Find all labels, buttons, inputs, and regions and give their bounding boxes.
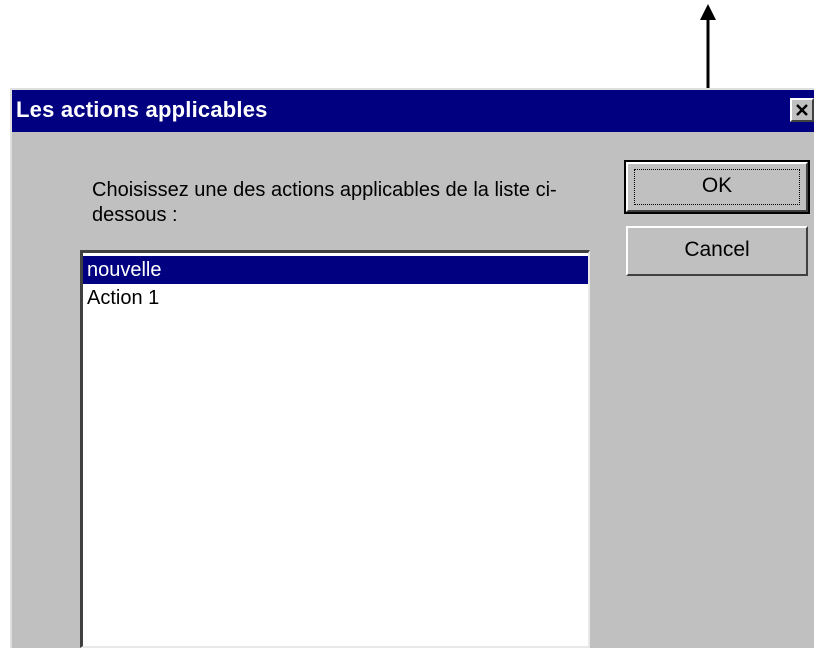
dialog-title: Les actions applicables [16,97,268,122]
ok-button[interactable]: OK [624,160,810,214]
prompt-text: Choisissez une des actions applicables d… [92,179,557,226]
focus-rect [634,169,800,205]
list-item[interactable]: nouvelle [83,256,588,284]
close-button[interactable] [790,98,814,122]
cancel-button[interactable]: Cancel [626,226,808,276]
list-item[interactable]: Action 1 [83,284,588,312]
cancel-label: Cancel [684,238,750,261]
close-icon [796,104,808,116]
dialog-titlebar[interactable]: Les actions applicables [12,90,814,132]
actions-listbox[interactable]: nouvelle Action 1 [80,250,590,648]
actions-dialog: Les actions applicables Choisissez une d… [10,88,814,648]
